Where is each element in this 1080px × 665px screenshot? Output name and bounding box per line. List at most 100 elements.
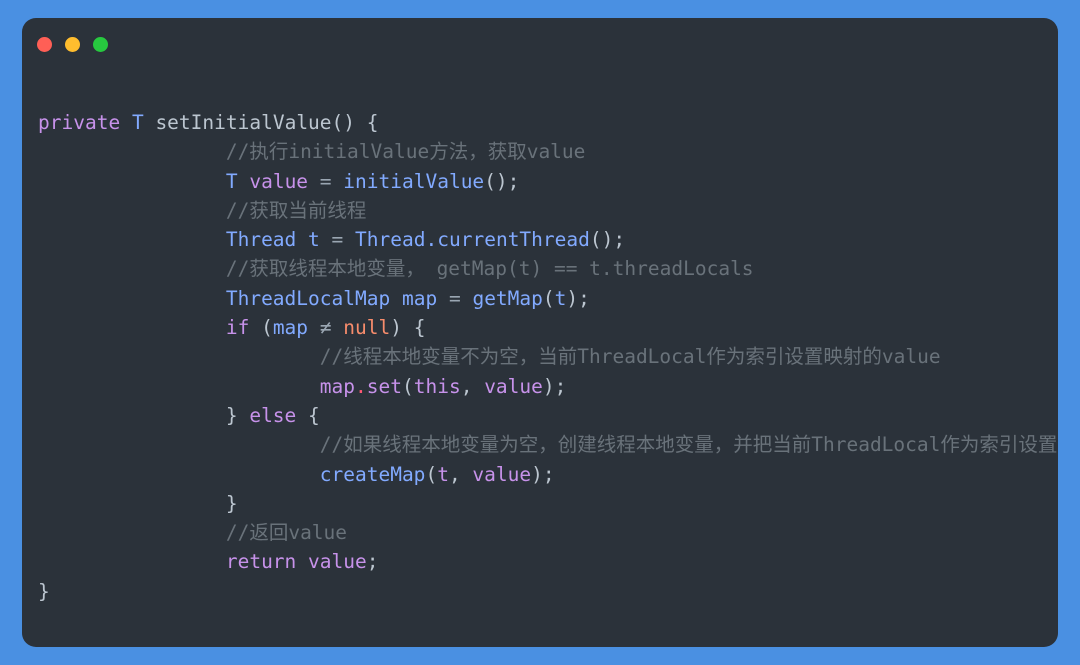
code-token-pun	[296, 550, 308, 573]
code-token-typ: currentThread	[437, 228, 590, 252]
code-token-var: value	[472, 462, 532, 486]
code-token-pun	[308, 170, 320, 193]
code-token-pun: {	[296, 403, 320, 427]
code-line: Thread t = Thread.currentThread();	[38, 225, 1058, 254]
code-token-pun: );	[542, 374, 567, 398]
code-token-fn: initialValue	[343, 169, 485, 193]
code-token-pun: setInitialValue	[155, 111, 332, 134]
code-token-var: t	[437, 462, 449, 486]
screenshot-stage: private T setInitialValue() { //执行initia…	[0, 0, 1080, 665]
window-titlebar	[22, 18, 1058, 70]
code-token-cmt: //如果线程本地变量为空，创建线程本地变量，并把当前ThreadLocal作为索…	[319, 433, 1058, 457]
code-token-cmt: //返回value	[225, 521, 348, 545]
minimize-window-icon[interactable]	[65, 36, 80, 52]
code-token-pun: ();	[589, 228, 626, 252]
code-token-typ: map	[272, 316, 309, 340]
code-line: //线程本地变量不为空，当前ThreadLocal作为索引设置映射的value	[38, 342, 1058, 371]
code-body: private T setInitialValue() { //执行initia…	[22, 70, 1058, 606]
code-line: } else {	[38, 401, 1058, 430]
code-token-op: =	[331, 228, 344, 252]
code-block[interactable]: private T setInitialValue() { //执行initia…	[38, 108, 1058, 606]
code-token-pun: (	[401, 374, 414, 398]
code-line: //获取当前线程	[38, 196, 1058, 225]
code-token-pun	[308, 316, 320, 339]
code-token-var: value	[308, 550, 367, 574]
code-token-typ: Thread	[355, 228, 426, 252]
code-token-typ: createMap	[319, 462, 426, 486]
code-token-kw: private	[38, 111, 121, 134]
code-token-typ: Thread	[225, 228, 297, 252]
code-token-var: value	[249, 169, 309, 193]
close-window-icon[interactable]	[37, 36, 52, 52]
code-line: //返回value	[38, 518, 1058, 547]
code-token-op: =	[448, 286, 461, 310]
code-token-pun	[343, 228, 355, 251]
code-token-pun	[296, 228, 308, 251]
code-token-cmt: //获取线程本地变量， getMap(t) == t.threadLocals	[225, 257, 754, 281]
code-token-typ: t	[554, 286, 567, 310]
code-line: if (map ≠ null) {	[38, 313, 1058, 342]
code-token-pun: ,	[460, 374, 485, 398]
code-token-op: ≠	[319, 316, 332, 340]
code-token-dot2: .	[355, 374, 367, 398]
code-token-pun	[437, 287, 449, 310]
code-line: //执行initialValue方法，获取value	[38, 137, 1058, 166]
code-line: map.set(this, value);	[38, 372, 1058, 401]
code-token-pun: (	[542, 286, 555, 310]
code-line: ThreadLocalMap map = getMap(t);	[38, 284, 1058, 313]
code-token-var: set	[366, 374, 402, 398]
code-token-cmt: //执行initialValue方法，获取value	[225, 140, 586, 164]
code-token-pun: ;	[366, 550, 379, 574]
code-line: createMap(t, value);	[38, 460, 1058, 489]
code-token-pun: () {	[331, 111, 379, 134]
code-token-pun: ) {	[390, 316, 426, 340]
code-token-pun	[332, 170, 344, 193]
code-token-pun	[238, 170, 250, 193]
code-token-pun: }	[225, 403, 250, 427]
code-line: }	[38, 489, 1058, 518]
code-token-cmt: //线程本地变量不为空，当前ThreadLocal作为索引设置映射的value	[319, 345, 941, 369]
code-token-pun: (	[249, 316, 273, 340]
code-token-lit: null	[343, 316, 391, 340]
code-token-typ: map	[401, 286, 438, 310]
code-token-cmt: //获取当前线程	[225, 198, 367, 222]
code-token-typ: T	[131, 111, 144, 134]
code-token-pun: }	[38, 579, 50, 603]
code-token-pun: );	[531, 462, 555, 486]
code-token-pun	[332, 316, 344, 339]
code-token-kw: this	[413, 374, 461, 398]
code-line: //获取线程本地变量， getMap(t) == t.threadLocals	[38, 254, 1058, 283]
code-token-pun	[390, 287, 402, 310]
code-token-typ: T	[225, 169, 238, 193]
code-token-op: =	[319, 169, 332, 193]
code-token-pun: ,	[448, 462, 473, 486]
code-token-pun: ();	[484, 169, 520, 193]
code-line: T value = initialValue();	[38, 167, 1058, 196]
code-token-var: map	[319, 374, 355, 398]
code-line: //如果线程本地变量为空，创建线程本地变量，并把当前ThreadLocal作为索…	[38, 430, 1058, 459]
code-token-kw: if	[225, 316, 250, 340]
code-token-pun: (	[425, 462, 438, 486]
maximize-window-icon[interactable]	[93, 36, 108, 52]
code-token-pun	[461, 287, 473, 310]
code-window-card: private T setInitialValue() { //执行initia…	[22, 18, 1058, 647]
code-token-pun: );	[566, 286, 590, 310]
code-token-pun	[120, 111, 132, 134]
code-line: }	[38, 577, 1058, 606]
code-line: return value;	[38, 547, 1058, 576]
code-token-typ: .	[425, 228, 438, 252]
